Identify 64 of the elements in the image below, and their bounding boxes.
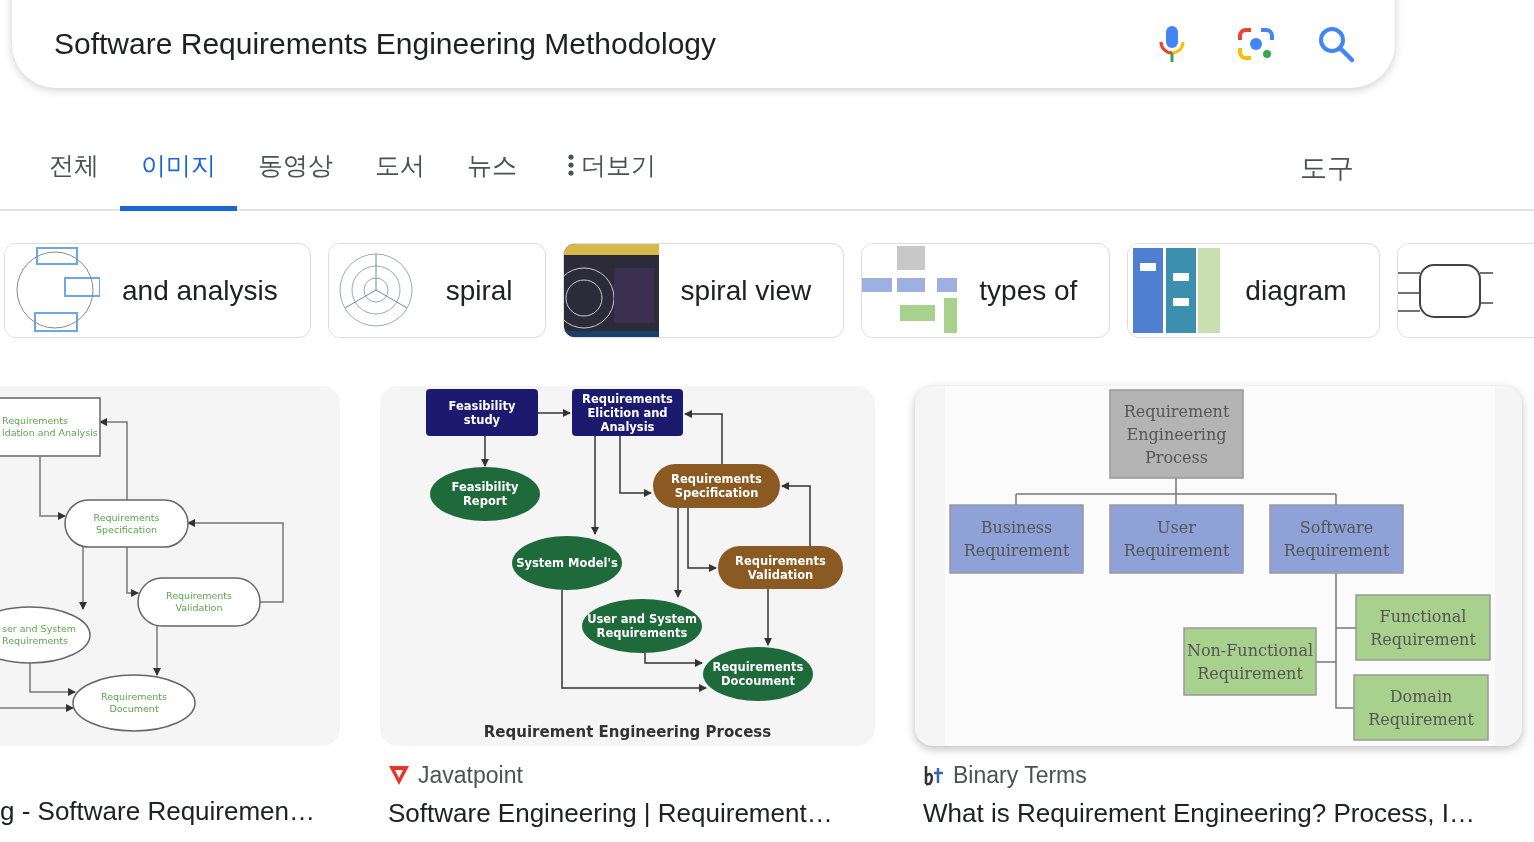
- node-label: Business Requirement: [963, 518, 1070, 561]
- connector-arrow: [39, 455, 66, 520]
- connector-arrow: [684, 410, 723, 465]
- search-field[interactable]: Software Requirements Engineering Methodology: [54, 27, 1157, 61]
- node-label: User Requirement: [1123, 518, 1230, 561]
- source-name: Binary Terms: [953, 761, 1087, 789]
- suggestion-chip[interactable]: [1396, 243, 1534, 338]
- search-tab[interactable]: 이미지: [120, 126, 237, 211]
- node-label: System Model's: [516, 556, 618, 571]
- result-image[interactable]: [380, 386, 875, 746]
- suggestion-chip[interactable]: types of: [861, 243, 1111, 338]
- search-icon: [1317, 25, 1355, 63]
- search-tab[interactable]: 전체: [28, 126, 120, 211]
- connector-arrow: [153, 625, 161, 676]
- node-label: Feasibility study: [448, 398, 516, 427]
- suggestion-chip[interactable]: spiral view: [562, 243, 845, 338]
- node-label: Requirements Specification: [93, 511, 160, 535]
- connector-arrow: [29, 662, 76, 696]
- connector-arrow: [781, 482, 811, 547]
- node-label: Requirements Validation: [166, 590, 232, 614]
- camera-lens-icon: [1237, 26, 1275, 62]
- triangle-logo-icon: [388, 764, 410, 786]
- search-button[interactable]: [1317, 25, 1355, 63]
- diagram-caption: Requirement Engineering Process: [483, 723, 772, 741]
- node-label: Requirements Docoument: [712, 660, 804, 689]
- node-label: Requirement Engineering Process: [1123, 401, 1230, 467]
- source-name: Javatpoint: [418, 761, 523, 789]
- result-title[interactable]: Software Engineering | Requirement…: [388, 798, 875, 829]
- image-search-button[interactable]: [1237, 26, 1275, 62]
- search-bar[interactable]: Software Requirements Engineering Methodology: [12, 0, 1395, 88]
- node-label: Software Requirement: [1283, 518, 1390, 561]
- connector-arrow: [481, 435, 489, 467]
- microphone-icon: [1157, 24, 1187, 64]
- site-logo-icon: [923, 764, 945, 786]
- more-tab[interactable]: 더보기: [546, 126, 677, 211]
- suggestion-chip[interactable]: spiral: [327, 243, 546, 338]
- result-title[interactable]: g - Software Requiremen…: [0, 796, 340, 827]
- node-label: Requirements Validation: [735, 553, 826, 582]
- node-label: User and System Requirements: [587, 612, 697, 641]
- voice-search-button[interactable]: [1157, 24, 1187, 64]
- node-label: Non-Functional Requirement: [1186, 640, 1314, 683]
- search-tab[interactable]: 동영상: [237, 126, 354, 211]
- suggestion-chip[interactable]: and analysis: [4, 243, 311, 338]
- result-title[interactable]: What is Requirement Engineering? Process, I…: [923, 798, 1522, 829]
- suggestion-chip[interactable]: diagram: [1127, 243, 1380, 338]
- node-label: Functional Requirement: [1370, 606, 1476, 649]
- node-label: Requirements Document: [101, 691, 167, 715]
- node-label: Feasibility Report: [451, 480, 519, 508]
- more-icon: [567, 152, 575, 178]
- tools-button[interactable]: 도구: [1300, 126, 1534, 209]
- node-label: Requirements Elicition and Analysis: [582, 391, 673, 434]
- node-label: Requirements Specification: [671, 472, 762, 500]
- connector-arrow: [764, 588, 772, 646]
- connector-arrow: [687, 507, 717, 572]
- search-tab[interactable]: 뉴스: [446, 126, 538, 211]
- node-label: Requirements idation and Analysis: [2, 415, 98, 439]
- node-label: ser and System Requirements: [2, 623, 77, 647]
- connector-arrow: [79, 546, 87, 610]
- connector-arrow: [126, 546, 139, 597]
- connector-arrow: [537, 409, 571, 417]
- node-label: Domain Requirement: [1368, 686, 1474, 729]
- result-image[interactable]: Requirement Engineering Process Business Requirement User Requirement Software Requirement Functional Requirement Non-Functional Requirement Domain Requirement: [915, 386, 1522, 746]
- search-tab[interactable]: 도서: [354, 126, 446, 211]
- connector-arrow: [619, 435, 652, 497]
